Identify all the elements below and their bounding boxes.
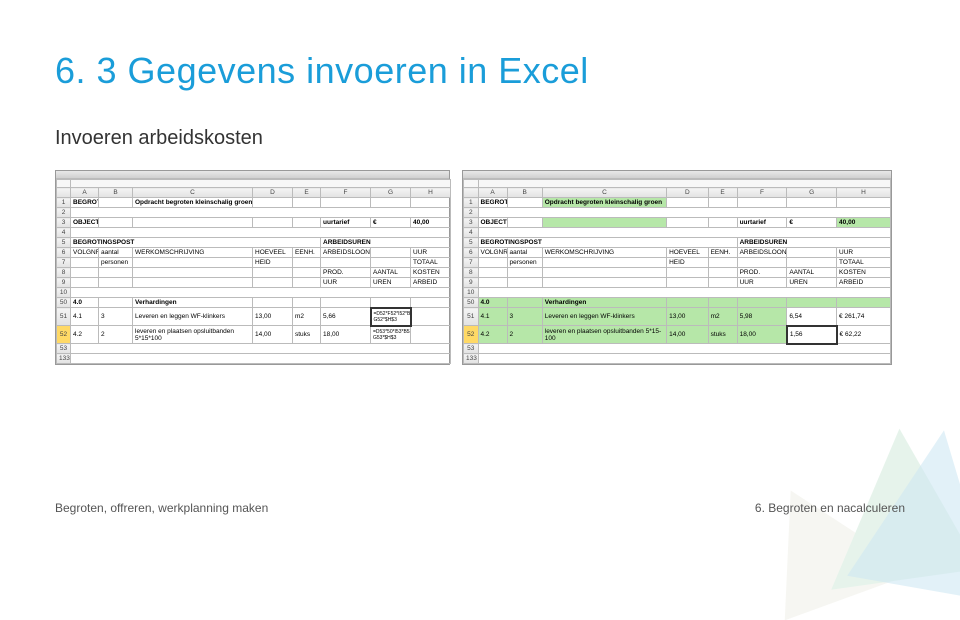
footer-right: 6. Begroten en nacalculeren [755, 501, 905, 515]
slide-title: 6. 3 Gegevens invoeren in Excel [55, 50, 905, 92]
excel-screenshot-left: ABCDEFGH 1BEGROTINGOpdracht begroten kle… [55, 170, 450, 365]
footer-left: Begroten, offreren, werkplanning maken [55, 501, 268, 515]
excel-screenshot-right: ABCDEFGH 1BEGROTINGOpdracht begroten kle… [462, 170, 892, 365]
background-decoration [740, 380, 960, 580]
slide-subtitle: Invoeren arbeidskosten [55, 127, 905, 150]
